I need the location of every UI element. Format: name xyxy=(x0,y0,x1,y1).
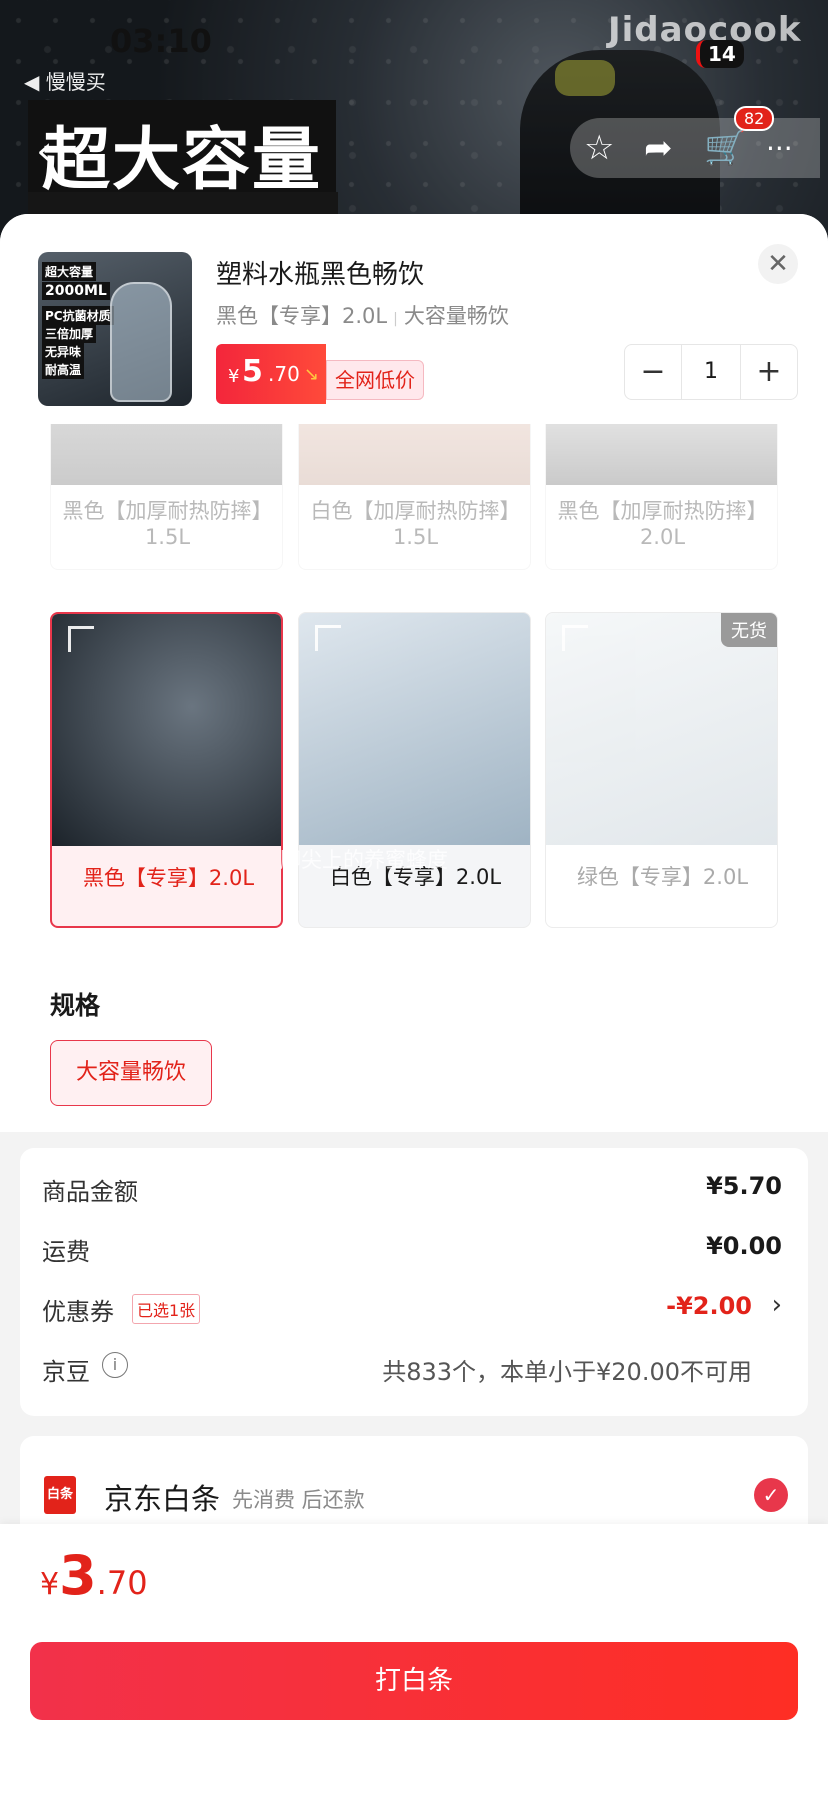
price-down-icon: ↘ xyxy=(304,364,320,385)
decrease-quantity-button[interactable]: − xyxy=(625,345,681,399)
close-icon[interactable]: ✕ xyxy=(758,244,798,284)
price-tag: ¥ 5 .70 ↘ xyxy=(216,344,326,404)
info-icon[interactable]: i xyxy=(102,1352,128,1378)
color-option-label: 绿色【专享】2.0L xyxy=(576,865,749,889)
goods-amount-value: ¥5.70 xyxy=(706,1172,782,1200)
expand-image-icon[interactable] xyxy=(315,625,341,651)
payment-desc: 先消费 后还款 xyxy=(232,1488,365,1512)
shipping-value: ¥0.00 xyxy=(706,1232,782,1260)
coupon-row[interactable]: 优惠券 已选1张 -¥2.00 › xyxy=(42,1288,782,1328)
color-option-label: 黑色【加厚耐热防摔】2.0L xyxy=(557,499,768,549)
shipping-label: 运费 xyxy=(42,1238,90,1266)
color-option-label: 白色【加厚耐热防摔】1.5L xyxy=(310,499,521,549)
color-option-label: 黑色【加厚耐热防摔】1.5L xyxy=(62,499,273,549)
hero-banner-text: 超大容量 xyxy=(28,100,337,207)
total-currency: ¥ xyxy=(40,1567,60,1602)
total-price: ¥3.70 xyxy=(40,1544,148,1607)
price-decimal: .70 xyxy=(268,362,300,386)
quantity-value[interactable]: 1 xyxy=(681,345,741,399)
cart-icon[interactable]: 🛒 xyxy=(704,128,746,168)
jd-beans-value: 共833个，本单小于¥20.00不可用 xyxy=(382,1358,752,1386)
cart-count-badge: 82 xyxy=(734,106,775,131)
selected-check-icon[interactable]: ✓ xyxy=(754,1478,788,1512)
sheet-header: 超大容量 2000ML PC抗菌材质 三倍加厚 无异味 耐高温 塑料水瓶黑色畅饮… xyxy=(0,214,828,424)
color-option-selected[interactable]: 黑色【专享】2.0L xyxy=(50,612,283,928)
color-option-label: 黑色【专享】2.0L xyxy=(82,866,255,890)
total-decimal: .70 xyxy=(96,1564,148,1602)
quantity-stepper: − 1 + xyxy=(624,344,798,400)
battery-indicator: 14 xyxy=(696,40,744,68)
selected-sku-summary: 黑色【专享】2.0L | 大容量畅饮 xyxy=(216,304,509,328)
watermark-overlay-text: 脚尖上的养蜜蜂度 xyxy=(280,848,448,872)
spec-section-title: 规格 xyxy=(50,991,101,1020)
thumb-tag: 超大容量 xyxy=(42,262,97,281)
order-summary-card: 商品金额 ¥5.70 运费 ¥0.00 优惠券 已选1张 -¥2.00 › 京豆… xyxy=(20,1148,808,1416)
top-action-bar: ☆ ➦ 🛒 ··· xyxy=(570,118,820,178)
low-price-badge: 全网低价 xyxy=(326,360,424,400)
bottom-action-bar: ¥3.70 打白条 xyxy=(0,1524,828,1795)
coupon-selected-tag: 已选1张 xyxy=(132,1294,201,1324)
product-thumbnail[interactable]: 超大容量 2000ML PC抗菌材质 三倍加厚 无异味 耐高温 xyxy=(38,252,192,406)
coupon-value: -¥2.00 xyxy=(666,1292,752,1320)
total-integer: 3 xyxy=(59,1544,97,1607)
back-arrow-icon[interactable]: ‹ xyxy=(36,126,53,175)
jd-beans-label: 京豆 xyxy=(42,1358,90,1386)
favorite-star-icon[interactable]: ☆ xyxy=(584,128,614,168)
increase-quantity-button[interactable]: + xyxy=(741,345,797,399)
product-title: 塑料水瓶黑色畅饮 xyxy=(216,260,425,290)
sku-selection-sheet: 超大容量 2000ML PC抗菌材质 三倍加厚 无异味 耐高温 塑料水瓶黑色畅饮… xyxy=(0,214,828,1554)
more-icon[interactable]: ··· xyxy=(766,132,793,165)
price-currency: ¥ xyxy=(228,366,240,387)
spec-option-selected[interactable]: 大容量畅饮 xyxy=(50,1040,212,1106)
expand-image-icon[interactable] xyxy=(68,626,94,652)
color-option[interactable]: 白色【专享】2.0L xyxy=(298,612,531,928)
color-option-out-of-stock[interactable]: 绿色【专享】2.0L 无货 xyxy=(545,612,778,928)
baitiao-logo-icon: 白条 xyxy=(44,1476,76,1514)
chevron-right-icon[interactable]: › xyxy=(772,1290,782,1320)
thumb-tag: 2000ML xyxy=(42,282,110,300)
pay-with-baitiao-button[interactable]: 打白条 xyxy=(30,1642,798,1720)
goods-amount-row: 商品金额 ¥5.70 xyxy=(42,1168,782,1208)
jd-beans-row: 京豆 i 共833个，本单小于¥20.00不可用 xyxy=(42,1348,782,1388)
goods-amount-label: 商品金额 xyxy=(42,1178,138,1206)
thumb-tag: 三倍加厚 xyxy=(42,324,97,343)
price-integer: 5 xyxy=(242,354,263,389)
thumb-tag: PC抗菌材质 xyxy=(42,306,114,325)
expand-image-icon[interactable] xyxy=(562,625,588,651)
thumb-tag: 耐高温 xyxy=(42,360,85,379)
selected-spec-text: 大容量畅饮 xyxy=(403,304,509,328)
coupon-label: 优惠券 xyxy=(42,1298,114,1326)
payment-name: 京东白条 xyxy=(104,1482,221,1516)
out-of-stock-badge: 无货 xyxy=(721,613,777,647)
thumb-tag: 无异味 xyxy=(42,342,85,361)
shipping-row: 运费 ¥0.00 xyxy=(42,1228,782,1268)
status-time: 03:10 xyxy=(110,22,212,60)
selected-color-text: 黑色【专享】2.0L xyxy=(216,304,388,328)
back-to-app-link[interactable]: ◀ 慢慢买 xyxy=(24,66,106,95)
share-icon[interactable]: ➦ xyxy=(644,128,673,168)
